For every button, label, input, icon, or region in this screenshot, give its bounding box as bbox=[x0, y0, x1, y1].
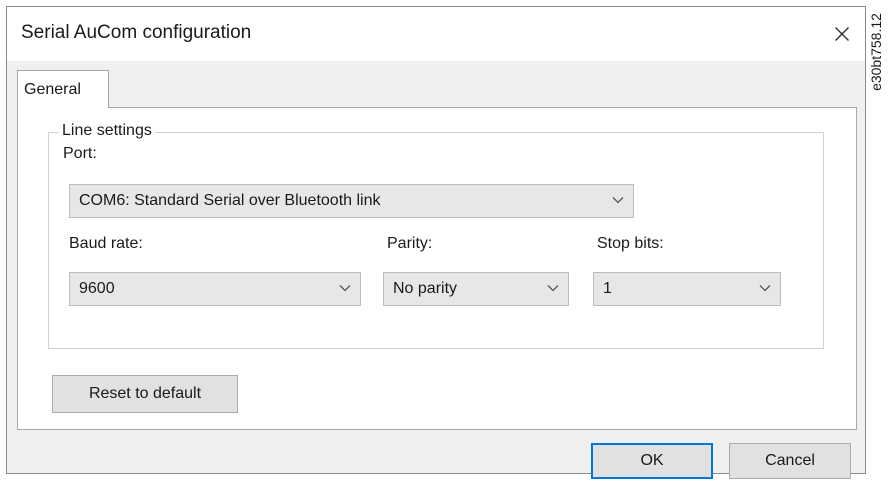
figure-id-text: e30bt758.12 bbox=[868, 13, 884, 91]
port-label: Port: bbox=[63, 145, 97, 162]
stop-bits-label: Stop bits: bbox=[597, 235, 664, 252]
ok-button[interactable]: OK bbox=[591, 443, 713, 479]
screenshot-canvas: Serial AuCom configuration General Line … bbox=[0, 0, 894, 483]
chevron-down-icon bbox=[759, 285, 771, 292]
serial-aucom-configuration-dialog: Serial AuCom configuration General Line … bbox=[6, 6, 866, 479]
title-bar: Serial AuCom configuration bbox=[7, 7, 865, 61]
baud-rate-select-value: 9600 bbox=[79, 280, 115, 297]
tab-general[interactable]: General bbox=[17, 70, 109, 108]
baud-rate-select[interactable]: 9600 bbox=[69, 272, 361, 306]
parity-label: Parity: bbox=[387, 235, 433, 252]
stop-bits-select[interactable]: 1 bbox=[593, 272, 781, 306]
chevron-down-icon bbox=[339, 285, 351, 292]
port-select-value: COM6: Standard Serial over Bluetooth lin… bbox=[79, 192, 381, 209]
line-settings-legend: Line settings bbox=[59, 122, 155, 140]
chevron-down-icon bbox=[547, 285, 559, 292]
parity-select[interactable]: No parity bbox=[383, 272, 569, 306]
close-icon bbox=[835, 27, 849, 41]
parity-select-value: No parity bbox=[393, 280, 458, 297]
baud-rate-label: Baud rate: bbox=[69, 235, 143, 252]
dialog-title: Serial AuCom configuration bbox=[21, 22, 252, 43]
line-settings-group: Line settings Port: COM6: Standard Seria… bbox=[48, 122, 824, 349]
figure-id-watermark: e30bt758.12 bbox=[856, 2, 894, 102]
chevron-down-icon bbox=[612, 197, 624, 204]
cancel-button[interactable]: Cancel bbox=[729, 443, 851, 479]
reset-to-default-button[interactable]: Reset to default bbox=[52, 375, 238, 413]
stop-bits-select-value: 1 bbox=[603, 280, 612, 297]
port-select[interactable]: COM6: Standard Serial over Bluetooth lin… bbox=[69, 184, 634, 218]
general-tab-panel: Line settings Port: COM6: Standard Seria… bbox=[17, 107, 857, 430]
